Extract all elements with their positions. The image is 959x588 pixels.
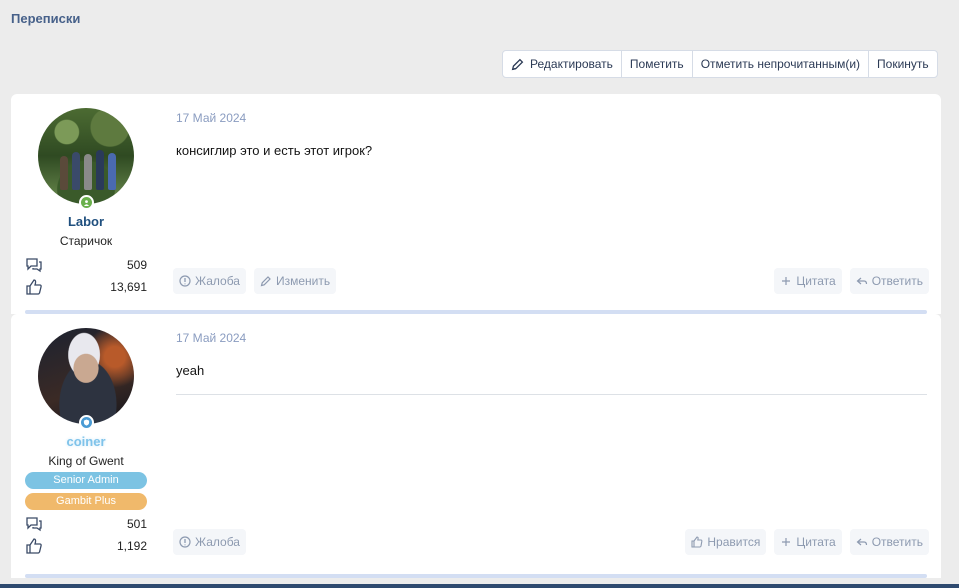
user-stats: 501 1,192 (25, 513, 147, 557)
conversation-toolbar: Редактировать Пометить Отметить непрочит… (502, 50, 938, 78)
stat-messages-value: 509 (126, 258, 147, 272)
quote-button[interactable]: Цитата (774, 529, 842, 555)
quote-button-label: Цитата (796, 274, 836, 288)
message-user: Labor Старичок 509 13,691 (25, 108, 147, 298)
online-status-icon (79, 195, 94, 210)
mark-unread-button-label: Отметить непрочитанным(и) (700, 57, 861, 71)
message-date[interactable]: 17 Май 2024 (176, 111, 246, 125)
leave-button[interactable]: Покинуть (869, 51, 937, 77)
message: Labor Старичок 509 13,691 17 Май 2024 ко… (11, 94, 941, 314)
thumbs-up-icon (691, 536, 703, 548)
edit-button[interactable]: Редактировать (503, 51, 622, 77)
edit-button-label: Редактировать (530, 57, 613, 71)
like-button[interactable]: Нравится (685, 529, 767, 555)
reply-icon (856, 538, 867, 546)
message-text: консиглир это и есть этот игрок? (176, 143, 373, 158)
report-button[interactable]: Жалоба (173, 268, 246, 294)
edit-message-button[interactable]: Изменить (253, 268, 337, 294)
stat-reactions-value: 1,192 (116, 539, 147, 553)
user-stats: 509 13,691 (25, 254, 147, 298)
reply-button[interactable]: Ответить (849, 268, 929, 294)
report-button[interactable]: Жалоба (173, 529, 246, 555)
edit-message-button-label: Изменить (275, 274, 331, 288)
user-title: King of Gwent (48, 454, 124, 468)
footer-strip (0, 584, 959, 588)
quote-button[interactable]: Цитата (774, 268, 842, 294)
comments-icon (26, 258, 42, 273)
stat-messages: 509 (25, 254, 147, 276)
report-button-label: Жалоба (195, 274, 240, 288)
message-actions: Жалоба Изменить Цитата Ответить (173, 268, 929, 294)
info-circle-icon (179, 275, 191, 287)
plus-icon (782, 538, 791, 546)
plus-icon (782, 277, 791, 285)
staff-shield-icon (79, 415, 94, 430)
stat-reactions: 1,192 (25, 535, 147, 557)
user-title: Старичок (59, 234, 113, 248)
message-separator (25, 574, 927, 578)
user-banner-senior-admin: Senior Admin (25, 472, 147, 489)
message: coiner King of Gwent Senior Admin Gambit… (11, 314, 941, 578)
username[interactable]: coiner (25, 434, 147, 449)
avatar[interactable] (38, 108, 134, 210)
thumbs-up-icon (26, 538, 42, 554)
reply-button[interactable]: Ответить (849, 529, 929, 555)
reply-icon (856, 277, 867, 285)
message-text: yeah (176, 363, 205, 378)
reply-button-label: Ответить (871, 274, 923, 288)
user-banner-gambit-plus: Gambit Plus (25, 493, 147, 510)
pencil-icon (260, 276, 271, 287)
avatar-image (38, 328, 134, 424)
stat-messages: 501 (25, 513, 147, 535)
avatar-image (38, 108, 134, 204)
leave-button-label: Покинуть (877, 57, 929, 71)
stat-reactions-value: 13,691 (110, 280, 147, 294)
message-actions: Жалоба Нравится Цитата Ответить (173, 529, 929, 555)
signature-divider (176, 394, 927, 395)
username[interactable]: Labor (25, 214, 147, 229)
thumbs-up-icon (26, 279, 42, 295)
mark-button[interactable]: Пометить (622, 51, 693, 77)
quote-button-label: Цитата (796, 535, 836, 549)
info-circle-icon (179, 536, 191, 548)
message-user: coiner King of Gwent Senior Admin Gambit… (25, 328, 147, 557)
pencil-icon (511, 58, 524, 70)
message-date[interactable]: 17 Май 2024 (176, 331, 246, 345)
stat-messages-value: 501 (126, 517, 147, 531)
like-button-label: Нравится (707, 535, 761, 549)
report-button-label: Жалоба (195, 535, 240, 549)
reply-button-label: Ответить (871, 535, 923, 549)
avatar[interactable] (38, 328, 134, 430)
stat-reactions: 13,691 (25, 276, 147, 298)
mark-unread-button[interactable]: Отметить непрочитанным(и) (693, 51, 870, 77)
mark-button-label: Пометить (629, 57, 684, 71)
comments-icon (26, 517, 42, 532)
page-title: Переписки (11, 11, 81, 26)
